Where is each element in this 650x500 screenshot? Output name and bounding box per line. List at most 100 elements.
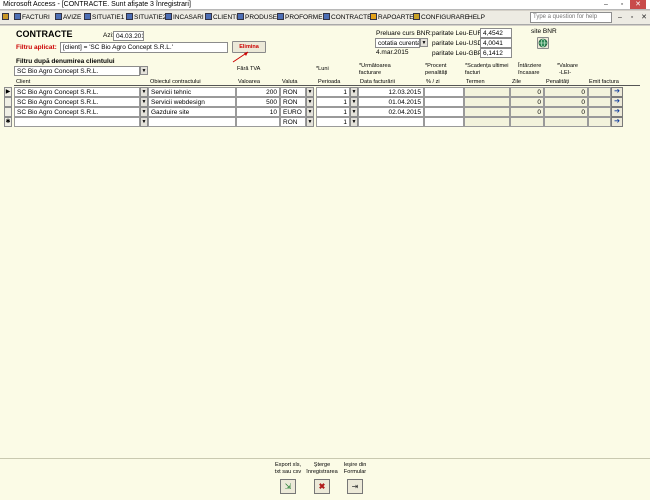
col-scadenta-facturi: facturi — [465, 70, 481, 76]
row-2-client-dropdown-icon[interactable]: ▼ — [140, 97, 148, 107]
restore-icon[interactable]: ▫ — [614, 0, 630, 9]
row-3-data[interactable]: 02.04.2015 — [358, 107, 424, 117]
row-3-valuta-dropdown-icon[interactable]: ▼ — [306, 107, 314, 117]
row-3-penalitati: 0 — [544, 107, 588, 117]
new-row-data[interactable] — [358, 117, 424, 127]
new-row-emit — [588, 117, 611, 127]
row-3-valuta[interactable]: EURO — [280, 107, 306, 117]
row-1-perioada-dropdown-icon[interactable]: ▼ — [350, 87, 358, 97]
eur-field[interactable]: 4,4542 — [480, 28, 512, 38]
bnr-date: 4.mar.2015 — [376, 49, 409, 56]
col-facturare: facturare — [359, 70, 382, 76]
row-1-client[interactable]: SC Bio Agro Concept S.R.L. — [14, 87, 140, 97]
row-2-zile: 0 — [510, 97, 544, 107]
row-3-client-dropdown-icon[interactable]: ▼ — [140, 107, 148, 117]
row-3-valoarea[interactable]: 10 — [236, 107, 280, 117]
row-2-perioada-dropdown-icon[interactable]: ▼ — [350, 97, 358, 107]
row-3-termen — [464, 107, 510, 117]
window-titlebar: Microsoft Access - [CONTRACTE. Sunt afiş… — [0, 0, 650, 10]
rapoarte-icon — [370, 13, 377, 20]
row-3-selector[interactable] — [4, 107, 12, 117]
close-icon[interactable]: ✕ — [630, 0, 646, 9]
row-2-client[interactable]: SC Bio Agro Concept S.R.L. — [14, 97, 140, 107]
row-2-data[interactable]: 01.04.2015 — [358, 97, 424, 107]
doc-minimize-icon[interactable]: – — [616, 13, 624, 22]
row-2-valuta-dropdown-icon[interactable]: ▼ — [306, 97, 314, 107]
row-3-obiect[interactable]: Gazduire site — [148, 107, 236, 117]
new-row-emit-arrow-icon[interactable]: ➔ — [611, 117, 623, 127]
avize-icon — [55, 13, 62, 20]
menu-situatie2[interactable]: SITUATIE2 — [126, 13, 166, 23]
bnr-rate-select[interactable]: cotatia curenta — [375, 38, 420, 48]
row-2-valuta[interactable]: RON — [280, 97, 306, 107]
new-row-client[interactable] — [14, 117, 140, 127]
new-row-perioada-dropdown-icon[interactable]: ▼ — [350, 117, 358, 127]
row-1-selector[interactable]: ▶ — [4, 87, 12, 97]
row-3-emit-arrow-icon[interactable]: ➔ — [611, 107, 623, 117]
row-1-valoarea[interactable]: 200 — [236, 87, 280, 97]
minimize-icon[interactable]: – — [598, 0, 614, 9]
row-2-termen — [464, 97, 510, 107]
gbp-field[interactable]: 6,1412 — [480, 48, 512, 58]
menu-situatie1[interactable]: SITUATIE1 — [84, 13, 124, 23]
usd-field[interactable]: 4,0041 — [480, 38, 512, 48]
exit-form-button[interactable]: ⇥ — [347, 479, 363, 494]
menu-proforme[interactable]: PROFORME — [277, 13, 323, 23]
menu-rapoarte[interactable]: RAPOARTE — [370, 13, 414, 23]
row-2-procent[interactable] — [424, 97, 464, 107]
delete-record-button[interactable]: ✖ — [314, 479, 330, 494]
row-1-perioada[interactable]: 1 — [316, 87, 350, 97]
menu-configurare[interactable]: CONFIGURARE — [413, 13, 469, 23]
row-3-procent[interactable] — [424, 107, 464, 117]
row-3-zile: 0 — [510, 107, 544, 117]
usd-label: paritate Leu-USD: — [432, 40, 485, 47]
menu-contracte[interactable]: CONTRACTE — [323, 13, 371, 23]
row-3-perioada-dropdown-icon[interactable]: ▼ — [350, 107, 358, 117]
site-bnr-button[interactable] — [537, 37, 549, 49]
row-2-valoarea[interactable]: 500 — [236, 97, 280, 107]
row-1-obiect[interactable]: Servicii tehnic — [148, 87, 236, 97]
row-1-valuta[interactable]: RON — [280, 87, 306, 97]
new-row-valuta[interactable]: RON — [280, 117, 306, 127]
new-row-selector[interactable]: ✱ — [4, 117, 12, 127]
menu-facturi[interactable]: FACTURI — [14, 13, 50, 23]
row-1-client-dropdown-icon[interactable]: ▼ — [140, 87, 148, 97]
doc-close-icon[interactable]: ✕ — [640, 13, 648, 22]
menu-clienti[interactable]: CLIENTI — [205, 13, 238, 23]
menu-incasari[interactable]: INCASARI — [165, 13, 204, 23]
col-procent: *Procent — [425, 63, 447, 69]
row-2-perioada[interactable]: 1 — [316, 97, 350, 107]
new-row-penalitati — [544, 117, 588, 127]
row-1-data[interactable]: 12.03.2015 — [358, 87, 424, 97]
new-row-obiect[interactable] — [148, 117, 236, 127]
configurare-icon — [413, 13, 420, 20]
row-2-selector[interactable] — [4, 97, 12, 107]
row-3-client[interactable]: SC Bio Agro Concept S.R.L. — [14, 107, 140, 117]
row-2-emit-arrow-icon[interactable]: ➔ — [611, 97, 623, 107]
bnr-rate-dropdown-icon[interactable]: ▼ — [420, 38, 428, 47]
delete-record-icon: ✖ — [318, 482, 326, 491]
row-1-valuta-dropdown-icon[interactable]: ▼ — [306, 87, 314, 97]
menu-avize[interactable]: AVIZE — [55, 13, 81, 23]
menu-produse[interactable]: PRODUSE — [237, 13, 277, 23]
row-2-penalitati: 0 — [544, 97, 588, 107]
row-3-perioada[interactable]: 1 — [316, 107, 350, 117]
menu-help[interactable]: HELP — [468, 13, 485, 23]
row-2-obiect[interactable]: Servicii webdesign — [148, 97, 236, 107]
new-row-valoarea[interactable] — [236, 117, 280, 127]
help-question-input[interactable]: Type a question for help — [530, 12, 612, 23]
doc-restore-icon[interactable]: ▫ — [628, 13, 636, 22]
new-row-perioada[interactable]: 1 — [316, 117, 350, 127]
new-row-client-dropdown-icon[interactable]: ▼ — [140, 117, 148, 127]
row-1-termen — [464, 87, 510, 97]
gbp-label: paritate Leu-GBP: — [432, 50, 485, 57]
new-row-procent[interactable] — [424, 117, 464, 127]
row-1-emit-arrow-icon[interactable]: ➔ — [611, 87, 623, 97]
filter-client-select[interactable]: SC Bio Agro Concept S.R.L. — [14, 66, 140, 76]
row-1-procent[interactable] — [424, 87, 464, 97]
situatie2-icon — [126, 13, 133, 20]
col-incasare: încasare — [518, 70, 540, 76]
export-button[interactable]: ⇲ — [280, 479, 296, 494]
new-row-valuta-dropdown-icon[interactable]: ▼ — [306, 117, 314, 127]
filter-client-dropdown-icon[interactable]: ▼ — [140, 66, 148, 75]
